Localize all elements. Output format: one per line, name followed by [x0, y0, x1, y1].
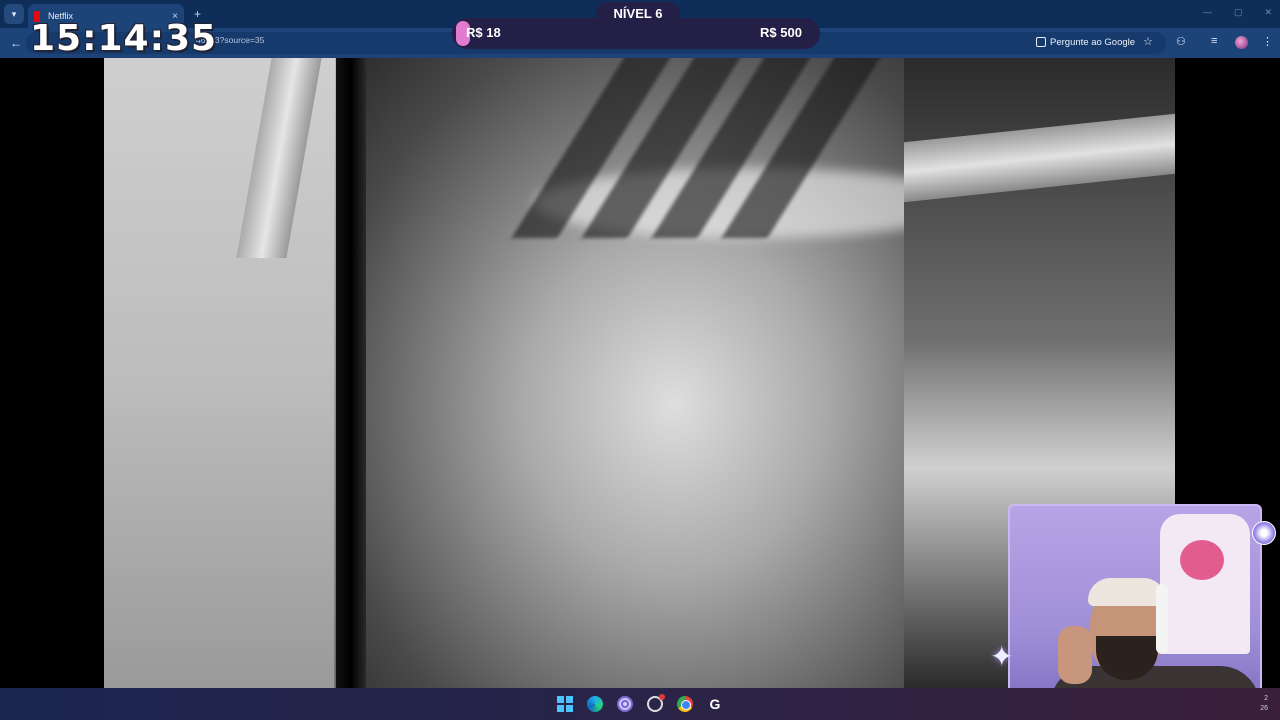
webcam-overlay: [1008, 504, 1262, 714]
logitech-g-icon: G: [709, 696, 721, 712]
streamer-hand: [1058, 626, 1092, 684]
taskbar-spiral-app[interactable]: [616, 695, 634, 713]
tray-clock-line1: 2: [1264, 695, 1268, 702]
taskbar-logitech[interactable]: G: [706, 695, 724, 713]
obs-icon: [647, 694, 665, 712]
tray-clock-line2: 26: [1260, 705, 1268, 712]
taskbar-chrome[interactable]: [676, 695, 694, 713]
shirt-print: [1180, 540, 1224, 580]
streamer-hair: [1088, 578, 1166, 606]
disc-icon: [1252, 521, 1276, 545]
back-button[interactable]: ←: [10, 36, 22, 50]
stream-clock: 15:14:35: [30, 18, 218, 59]
start-button[interactable]: [556, 695, 574, 713]
level-title: NÍVEL 6: [596, 2, 680, 24]
wall-shirt: [1160, 514, 1250, 654]
media-controls-icon[interactable]: ≡: [1211, 35, 1217, 47]
browser-menu-icon[interactable]: ⋮: [1262, 35, 1273, 48]
profile-avatar[interactable]: [1235, 36, 1248, 49]
close-window-button[interactable]: ✕: [1264, 7, 1272, 18]
window-controls: — ▢ ✕: [1203, 7, 1272, 18]
tray-clock[interactable]: 2 26: [1260, 694, 1268, 714]
taskbar: G 2 26: [0, 688, 1280, 720]
screen: ▾ Netflix × + — ▢ ✕ ← 46693?source=35 Pe…: [0, 0, 1280, 720]
windows-icon: [557, 696, 573, 712]
extensions-icon[interactable]: ⚇: [1176, 35, 1186, 48]
ask-google-button[interactable]: Pergunte ao Google: [1030, 33, 1141, 51]
video-dark-pole: [336, 58, 366, 688]
spiral-icon: [617, 696, 633, 712]
bookmark-star-icon[interactable]: ☆: [1143, 35, 1153, 48]
chrome-icon: [677, 696, 693, 712]
money-current: R$ 18: [466, 25, 501, 40]
maximize-button[interactable]: ▢: [1234, 7, 1243, 18]
minimize-button[interactable]: —: [1203, 7, 1212, 18]
sparkle-icon: ✦: [990, 641, 1014, 672]
tab-search-button[interactable]: ▾: [4, 4, 24, 24]
lens-icon: [1036, 37, 1046, 47]
taskbar-edge[interactable]: [586, 695, 604, 713]
edge-icon: [587, 696, 603, 712]
taskbar-obs[interactable]: [646, 694, 665, 713]
money-goal: R$ 500: [760, 25, 802, 40]
ask-google-label: Pergunte ao Google: [1050, 36, 1136, 48]
headphones: [1156, 584, 1168, 654]
